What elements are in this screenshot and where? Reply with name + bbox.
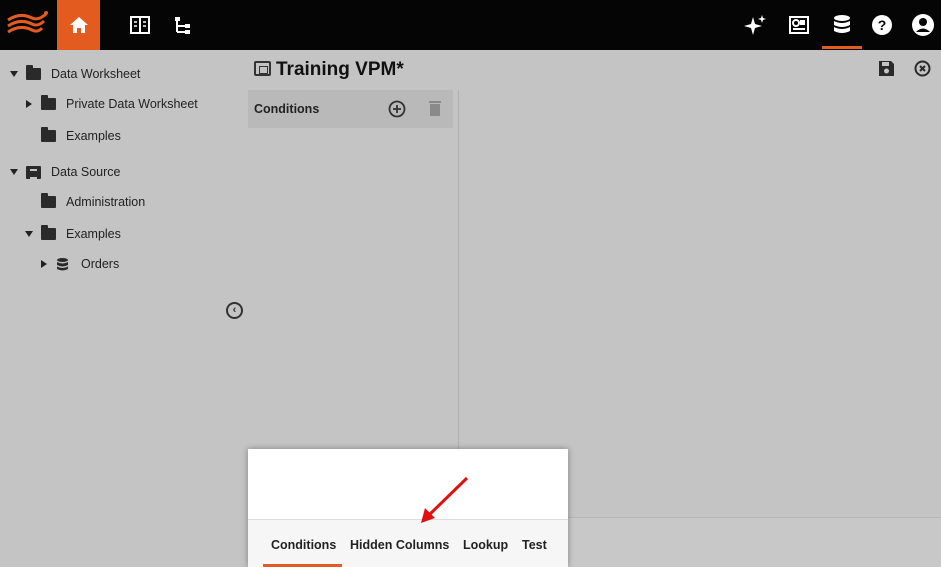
tree-item-label: Data Source — [51, 165, 121, 179]
denodo-logo-icon[interactable] — [0, 0, 57, 50]
chevron-left-icon: ‹ — [232, 304, 237, 316]
expand-toggle[interactable] — [8, 169, 20, 175]
sidebar: Data Worksheet Private Data Worksheet Ex… — [0, 50, 248, 567]
monitor-button[interactable] — [781, 0, 817, 50]
folder-icon — [41, 127, 56, 142]
tree-item-examples[interactable]: Examples — [41, 125, 121, 147]
folder-icon — [41, 95, 56, 110]
tree-item-label: Examples — [66, 227, 121, 241]
tree-item-data-worksheet[interactable]: Data Worksheet — [8, 63, 140, 85]
database-icon — [834, 15, 850, 33]
add-condition-button[interactable] — [388, 100, 406, 123]
datasource-icon — [26, 165, 41, 179]
close-button[interactable] — [912, 58, 932, 78]
book-button[interactable] — [122, 0, 158, 50]
tab-popup: Conditions Hidden Columns Lookup Test — [248, 449, 568, 567]
tab-bar: Conditions Hidden Columns Lookup Test — [248, 519, 568, 567]
tab-test[interactable]: Test — [522, 538, 547, 552]
tab-hidden-columns[interactable]: Hidden Columns — [350, 538, 449, 552]
delete-condition-button[interactable] — [428, 100, 442, 122]
tab-conditions[interactable]: Conditions — [271, 538, 336, 552]
page-title: Training VPM* — [276, 59, 404, 80]
home-icon — [69, 17, 88, 33]
tab-lookup[interactable]: Lookup — [463, 538, 508, 552]
expand-toggle[interactable] — [23, 100, 35, 108]
tree-item-data-source[interactable]: Data Source — [8, 161, 120, 183]
help-button[interactable]: ? — [864, 0, 900, 50]
conditions-header: Conditions — [248, 90, 453, 128]
tree-item-private-data-worksheet[interactable]: Private Data Worksheet — [23, 93, 198, 115]
collapse-sidebar-button[interactable]: ‹ — [226, 302, 243, 319]
add-circle-icon — [388, 100, 406, 118]
sparkle-icon — [744, 15, 766, 35]
folder-icon — [41, 193, 56, 208]
main-header: Training VPM* — [248, 50, 941, 90]
popup-body — [248, 449, 568, 519]
expand-toggle[interactable] — [23, 231, 35, 237]
tree-item-orders[interactable]: Orders — [38, 253, 119, 275]
user-button[interactable] — [905, 0, 941, 50]
tree-item-label: Data Worksheet — [51, 67, 141, 81]
save-button[interactable] — [876, 58, 896, 78]
tree-item-label: Examples — [66, 129, 121, 143]
save-icon — [878, 60, 894, 76]
help-icon: ? — [872, 15, 892, 35]
user-icon — [912, 14, 934, 36]
ai-assistant-button[interactable] — [738, 0, 774, 50]
database-button[interactable] — [824, 0, 860, 50]
top-bar: ? — [0, 0, 941, 50]
conditions-title: Conditions — [254, 102, 320, 116]
tree-item-administration[interactable]: Administration — [41, 191, 145, 213]
folder-icon — [41, 225, 56, 240]
book-icon — [130, 16, 150, 34]
vpm-icon — [254, 61, 271, 76]
tree-item-label: Orders — [81, 257, 120, 271]
trash-icon — [429, 101, 441, 116]
tree-item-label: Private Data Worksheet — [66, 97, 198, 111]
monitor-icon — [789, 16, 809, 34]
folder-icon — [26, 65, 41, 80]
tree-item-examples-ds[interactable]: Examples — [23, 223, 121, 245]
tree-button[interactable] — [165, 0, 201, 50]
tree-item-label: Administration — [66, 195, 146, 209]
svg-text:?: ? — [878, 17, 887, 33]
home-button[interactable] — [57, 0, 100, 50]
database-icon — [57, 258, 68, 271]
expand-toggle[interactable] — [8, 71, 20, 77]
expand-toggle[interactable] — [38, 260, 50, 268]
tree-icon — [175, 17, 190, 34]
active-tab-underline — [822, 46, 862, 49]
close-circle-icon — [914, 60, 930, 76]
